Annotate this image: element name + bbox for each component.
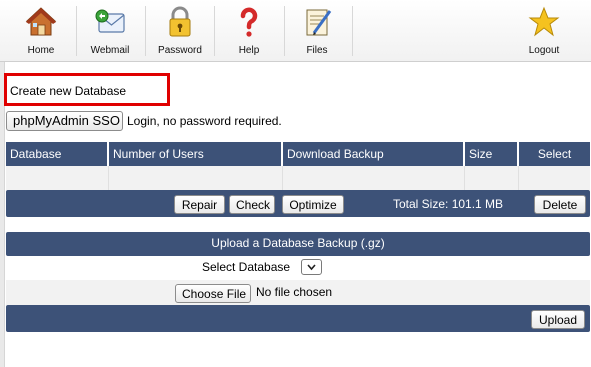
toolbar-divider [76, 6, 77, 56]
chevron-down-icon [307, 264, 316, 271]
create-database-highlight[interactable]: Create new Database [4, 73, 170, 106]
toolbar-files-label: Files [306, 45, 328, 56]
upload-button[interactable]: Upload [531, 310, 585, 329]
left-edge [0, 62, 5, 367]
toolbar-home[interactable]: Home [15, 0, 67, 62]
column-select: Select [519, 142, 590, 166]
webmail-icon [95, 9, 125, 33]
sso-note: Login, no password required. [127, 114, 282, 128]
select-database-dropdown[interactable] [301, 259, 322, 275]
table-row [6, 166, 590, 190]
phpmyadmin-sso-button[interactable]: phpMyAdmin SSO [6, 111, 123, 131]
repair-button[interactable]: Repair [174, 195, 225, 214]
toolbar-divider [284, 6, 285, 56]
toolbar-home-label: Home [27, 45, 55, 56]
toolbar-files[interactable]: Files [291, 0, 343, 62]
upload-section-title: Upload a Database Backup (.gz) [6, 232, 590, 256]
column-number-of-users: Number of Users [109, 142, 283, 166]
column-download-backup: Download Backup [283, 142, 465, 166]
padlock-icon [169, 6, 191, 37]
star-icon [528, 6, 560, 37]
toolbar-help-label: Help [238, 45, 260, 56]
optimize-button[interactable]: Optimize [282, 195, 344, 214]
home-icon [25, 7, 57, 36]
toolbar-help[interactable]: Help [223, 0, 275, 62]
choose-file-button[interactable]: Choose File [175, 284, 251, 303]
create-database-link[interactable]: Create new Database [10, 84, 126, 98]
toolbar-password[interactable]: Password [152, 0, 208, 62]
select-database-row [6, 256, 590, 280]
top-toolbar: Home Webmail Password Help Files Logout [0, 0, 591, 62]
column-size: Size [465, 142, 519, 166]
cell-divider [108, 166, 109, 190]
upload-actions-bar [6, 305, 590, 332]
toolbar-divider [352, 6, 353, 56]
files-icon [306, 9, 332, 36]
toolbar-logout[interactable]: Logout [517, 0, 571, 62]
toolbar-logout-label: Logout [528, 45, 560, 56]
toolbar-webmail[interactable]: Webmail [84, 0, 136, 62]
total-size: Total Size: 101.1 MB [393, 197, 504, 211]
toolbar-divider [145, 6, 146, 56]
no-file-chosen-text: No file chosen [256, 285, 333, 299]
column-database: Database [6, 142, 109, 166]
cell-divider [282, 166, 283, 190]
select-database-label: Select Database [202, 260, 291, 274]
database-table-header: Database Number of Users Download Backup… [6, 142, 590, 166]
toolbar-webmail-label: Webmail [90, 45, 130, 56]
delete-button[interactable]: Delete [534, 195, 586, 214]
cell-divider [464, 166, 465, 190]
check-button[interactable]: Check [229, 195, 275, 214]
toolbar-divider [214, 6, 215, 56]
question-mark-icon [240, 7, 258, 37]
cell-divider [518, 166, 519, 190]
toolbar-password-label: Password [158, 45, 202, 56]
